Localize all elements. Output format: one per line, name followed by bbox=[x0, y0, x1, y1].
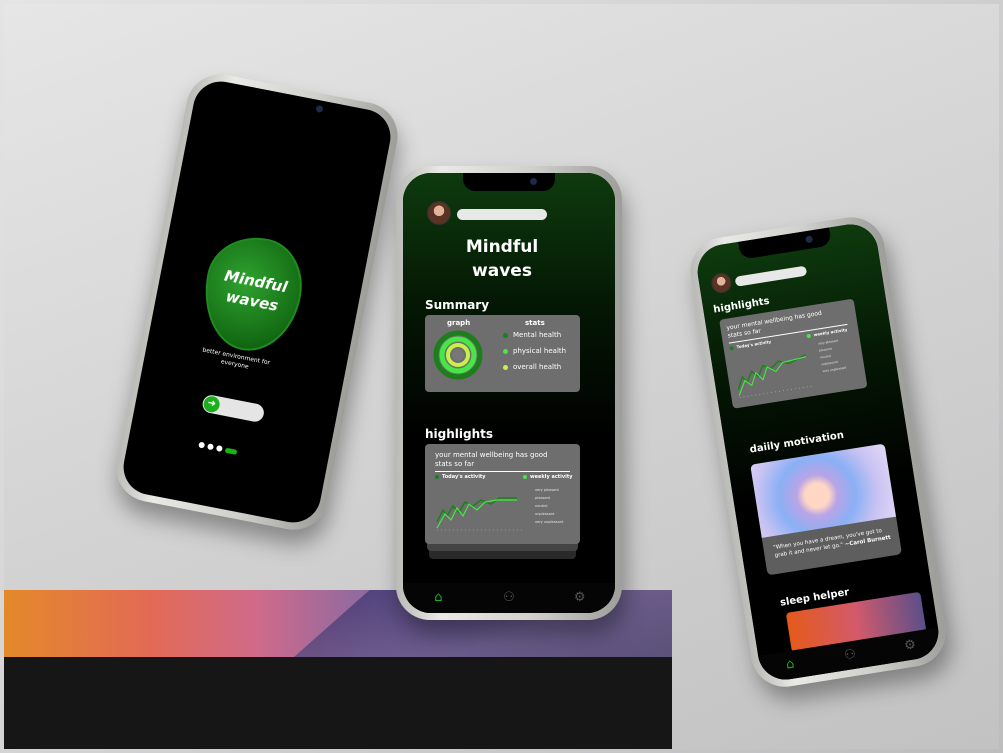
weekly-activity-label: weekly activity bbox=[530, 474, 573, 480]
bottom-tab-bar: ⌂ ⚇ ⚙ bbox=[403, 583, 615, 613]
stats-label: stats bbox=[525, 319, 545, 327]
stat-label: overall health bbox=[513, 363, 562, 371]
avatar[interactable] bbox=[427, 201, 451, 225]
weekly-activity-tab[interactable]: weekly activity bbox=[523, 474, 573, 480]
home-screen: Mindful waves Summary graph stats Mental… bbox=[403, 173, 615, 613]
get-started-toggle[interactable]: ➜ bbox=[201, 393, 266, 424]
highlights-heading: highlights bbox=[425, 427, 494, 441]
stat-physical-health: physical health bbox=[503, 347, 566, 355]
summary-heading: Summary bbox=[425, 298, 490, 312]
legend-dot bbox=[503, 348, 508, 354]
settings-icon[interactable]: ⚙ bbox=[902, 637, 918, 654]
stat-label: physical health bbox=[513, 347, 567, 355]
legend-item: neutral bbox=[535, 504, 548, 508]
legend-dot bbox=[503, 332, 508, 338]
legend-dot bbox=[503, 364, 508, 370]
mood-legend: very pleasant pleasant neutral unpleasan… bbox=[818, 337, 847, 375]
legend-dot bbox=[729, 345, 734, 351]
legend-dot bbox=[435, 475, 439, 479]
highlights-text: your mental wellbeing has good stats so … bbox=[435, 451, 548, 469]
home-icon[interactable]: ⌂ bbox=[782, 656, 798, 673]
daily-motivation-card[interactable]: "When you have a dream, you've got to gr… bbox=[750, 443, 903, 576]
activity-line-chart bbox=[737, 354, 815, 398]
legend-dot bbox=[806, 333, 811, 338]
community-icon[interactable]: ⚇ bbox=[502, 591, 516, 605]
pagination-dot[interactable] bbox=[207, 443, 215, 451]
legend-item: pleasant bbox=[535, 496, 551, 500]
legend-item: very unpleasant bbox=[535, 520, 564, 524]
pagination-dot[interactable] bbox=[198, 441, 206, 449]
pagination-dot-active[interactable] bbox=[224, 447, 238, 455]
todays-activity-label: Today's activity bbox=[442, 474, 486, 480]
settings-icon[interactable]: ⚙ bbox=[573, 591, 587, 605]
today-series bbox=[737, 354, 806, 390]
activity-line-chart bbox=[436, 497, 523, 531]
ring-center bbox=[452, 349, 464, 361]
legend-item: unpleasant bbox=[535, 512, 555, 516]
health-ring-chart bbox=[433, 330, 483, 380]
summary-card[interactable]: graph stats Mental health physical healt… bbox=[425, 315, 580, 392]
onboarding-pagination bbox=[198, 441, 238, 455]
mood-legend: very pleasant pleasant neutral unpleasan… bbox=[535, 486, 563, 526]
page-title-line1: Mindful bbox=[465, 237, 539, 257]
divider bbox=[435, 471, 570, 472]
page-title: Mindful waves bbox=[443, 235, 561, 283]
stat-overall-health: overall health bbox=[503, 363, 561, 371]
stat-label: Mental health bbox=[513, 331, 562, 339]
community-icon[interactable]: ⚇ bbox=[842, 647, 858, 664]
pagination-dot[interactable] bbox=[215, 444, 223, 453]
todays-activity-tab[interactable]: Today's activity bbox=[435, 474, 486, 480]
stat-mental-health: Mental health bbox=[503, 331, 561, 339]
phone-notch bbox=[463, 173, 555, 191]
legend-dot bbox=[523, 475, 527, 479]
graph-label: graph bbox=[447, 319, 471, 327]
weekly-series bbox=[738, 356, 807, 396]
search-bar[interactable] bbox=[457, 209, 547, 220]
legend-item: very pleasant bbox=[535, 488, 559, 492]
phone-home: Mindful waves Summary graph stats Mental… bbox=[396, 166, 622, 620]
page-title-line2: waves bbox=[472, 261, 532, 281]
highlights-text-line1: your mental wellbeing has good bbox=[435, 451, 548, 459]
highlights-text-line2: stats so far bbox=[435, 460, 475, 468]
highlights-card[interactable]: your mental wellbeing has good stats so … bbox=[425, 444, 580, 544]
display-stand-front bbox=[4, 657, 672, 749]
x-axis bbox=[739, 385, 815, 398]
arrow-right-icon[interactable]: ➜ bbox=[202, 394, 222, 414]
home-icon[interactable]: ⌂ bbox=[431, 591, 445, 605]
